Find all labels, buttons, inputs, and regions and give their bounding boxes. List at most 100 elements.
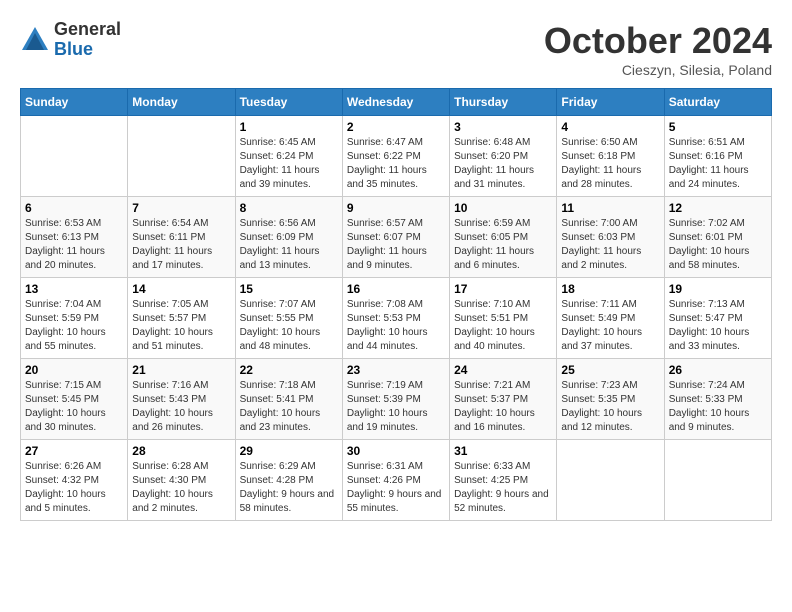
day-info: Sunrise: 7:11 AM Sunset: 5:49 PM Dayligh…: [561, 298, 659, 354]
day-number: 13: [25, 282, 123, 296]
calendar-cell: 11Sunrise: 7:00 AM Sunset: 6:03 PM Dayli…: [557, 197, 664, 278]
day-info: Sunrise: 6:31 AM Sunset: 4:26 PM Dayligh…: [347, 460, 445, 516]
day-info: Sunrise: 7:05 AM Sunset: 5:57 PM Dayligh…: [132, 298, 230, 354]
calendar-cell: [664, 440, 771, 521]
day-info: Sunrise: 6:59 AM Sunset: 6:05 PM Dayligh…: [454, 217, 552, 273]
calendar-cell: 10 Sunrise: 6:59 AM Sunset: 6:05 PM Dayli…: [450, 197, 557, 278]
day-number: 28: [132, 444, 230, 458]
day-info: Sunrise: 6:54 AM Sunset: 6:11 PM Dayligh…: [132, 217, 230, 273]
day-info: Sunrise: 6:53 AM Sunset: 6:13 PM Dayligh…: [25, 217, 123, 273]
day-number: 25: [561, 363, 659, 377]
calendar-cell: 29 Sunrise: 6:29 AM Sunset: 4:28 PM Dayli…: [235, 440, 342, 521]
day-info: Sunrise: 7:19 AM Sunset: 5:39 PM Dayligh…: [347, 379, 445, 435]
day-info: Sunrise: 7:08 AM Sunset: 5:53 PM Dayligh…: [347, 298, 445, 354]
day-info: Sunrise: 7:23 AM Sunset: 5:35 PM Dayligh…: [561, 379, 659, 435]
calendar-cell: 4Sunrise: 6:50 AM Sunset: 6:18 PM Daylig…: [557, 116, 664, 197]
day-number: 16: [347, 282, 445, 296]
calendar-week-3: 20 Sunrise: 7:15 AM Sunset: 5:45 PM Dayli…: [21, 359, 772, 440]
calendar-cell: 17 Sunrise: 7:10 AM Sunset: 5:51 PM Dayli…: [450, 278, 557, 359]
day-info: Sunrise: 6:57 AM Sunset: 6:07 PM Dayligh…: [347, 217, 445, 273]
day-number: 18: [561, 282, 659, 296]
day-number: 3: [454, 120, 552, 134]
day-info: Sunrise: 7:15 AM Sunset: 5:45 PM Dayligh…: [25, 379, 123, 435]
day-number: 8: [240, 201, 338, 215]
calendar-body: 1 Sunrise: 6:45 AM Sunset: 6:24 PM Daylig…: [21, 116, 772, 521]
day-info: Sunrise: 7:04 AM Sunset: 5:59 PM Dayligh…: [25, 298, 123, 354]
location-subtitle: Cieszyn, Silesia, Poland: [544, 62, 772, 78]
calendar-cell: 12 Sunrise: 7:02 AM Sunset: 6:01 PM Dayli…: [664, 197, 771, 278]
logo-text: General Blue: [54, 20, 121, 60]
calendar-cell: 18 Sunrise: 7:11 AM Sunset: 5:49 PM Dayli…: [557, 278, 664, 359]
day-number: 17: [454, 282, 552, 296]
calendar-week-4: 27Sunrise: 6:26 AM Sunset: 4:32 PM Dayli…: [21, 440, 772, 521]
day-info: Sunrise: 6:29 AM Sunset: 4:28 PM Dayligh…: [240, 460, 338, 516]
calendar-cell: 13 Sunrise: 7:04 AM Sunset: 5:59 PM Dayli…: [21, 278, 128, 359]
calendar-cell: 15Sunrise: 7:07 AM Sunset: 5:55 PM Dayli…: [235, 278, 342, 359]
day-info: Sunrise: 6:45 AM Sunset: 6:24 PM Dayligh…: [240, 136, 338, 192]
day-number: 9: [347, 201, 445, 215]
logo-icon: [20, 25, 50, 55]
calendar-cell: 23Sunrise: 7:19 AM Sunset: 5:39 PM Dayli…: [342, 359, 449, 440]
calendar-week-2: 13 Sunrise: 7:04 AM Sunset: 5:59 PM Dayli…: [21, 278, 772, 359]
calendar-cell: 31 Sunrise: 6:33 AM Sunset: 4:25 PM Dayli…: [450, 440, 557, 521]
calendar-cell: 20 Sunrise: 7:15 AM Sunset: 5:45 PM Dayli…: [21, 359, 128, 440]
calendar-cell: 26 Sunrise: 7:24 AM Sunset: 5:33 PM Dayli…: [664, 359, 771, 440]
col-friday: Friday: [557, 89, 664, 116]
calendar-cell: 22Sunrise: 7:18 AM Sunset: 5:41 PM Dayli…: [235, 359, 342, 440]
day-number: 19: [669, 282, 767, 296]
day-number: 29: [240, 444, 338, 458]
calendar-week-1: 6Sunrise: 6:53 AM Sunset: 6:13 PM Daylig…: [21, 197, 772, 278]
day-info: Sunrise: 7:24 AM Sunset: 5:33 PM Dayligh…: [669, 379, 767, 435]
day-info: Sunrise: 7:13 AM Sunset: 5:47 PM Dayligh…: [669, 298, 767, 354]
col-thursday: Thursday: [450, 89, 557, 116]
calendar-cell: 14Sunrise: 7:05 AM Sunset: 5:57 PM Dayli…: [128, 278, 235, 359]
day-info: Sunrise: 6:26 AM Sunset: 4:32 PM Dayligh…: [25, 460, 123, 516]
calendar-cell: 21Sunrise: 7:16 AM Sunset: 5:43 PM Dayli…: [128, 359, 235, 440]
col-tuesday: Tuesday: [235, 89, 342, 116]
day-info: Sunrise: 6:47 AM Sunset: 6:22 PM Dayligh…: [347, 136, 445, 192]
col-saturday: Saturday: [664, 89, 771, 116]
calendar-cell: 28Sunrise: 6:28 AM Sunset: 4:30 PM Dayli…: [128, 440, 235, 521]
calendar-cell: 19 Sunrise: 7:13 AM Sunset: 5:47 PM Dayli…: [664, 278, 771, 359]
day-number: 1: [240, 120, 338, 134]
calendar-cell: 6Sunrise: 6:53 AM Sunset: 6:13 PM Daylig…: [21, 197, 128, 278]
col-monday: Monday: [128, 89, 235, 116]
day-info: Sunrise: 7:10 AM Sunset: 5:51 PM Dayligh…: [454, 298, 552, 354]
day-info: Sunrise: 7:18 AM Sunset: 5:41 PM Dayligh…: [240, 379, 338, 435]
day-number: 10: [454, 201, 552, 215]
day-number: 31: [454, 444, 552, 458]
day-number: 26: [669, 363, 767, 377]
day-number: 11: [561, 201, 659, 215]
calendar-cell: [557, 440, 664, 521]
day-info: Sunrise: 6:50 AM Sunset: 6:18 PM Dayligh…: [561, 136, 659, 192]
day-info: Sunrise: 7:02 AM Sunset: 6:01 PM Dayligh…: [669, 217, 767, 273]
calendar-cell: 3 Sunrise: 6:48 AM Sunset: 6:20 PM Daylig…: [450, 116, 557, 197]
day-info: Sunrise: 6:33 AM Sunset: 4:25 PM Dayligh…: [454, 460, 552, 516]
calendar-cell: [21, 116, 128, 197]
calendar-cell: 8Sunrise: 6:56 AM Sunset: 6:09 PM Daylig…: [235, 197, 342, 278]
calendar-cell: 16 Sunrise: 7:08 AM Sunset: 5:53 PM Dayli…: [342, 278, 449, 359]
day-info: Sunrise: 6:51 AM Sunset: 6:16 PM Dayligh…: [669, 136, 767, 192]
calendar-cell: 27Sunrise: 6:26 AM Sunset: 4:32 PM Dayli…: [21, 440, 128, 521]
day-info: Sunrise: 6:48 AM Sunset: 6:20 PM Dayligh…: [454, 136, 552, 192]
day-number: 12: [669, 201, 767, 215]
day-number: 21: [132, 363, 230, 377]
day-number: 7: [132, 201, 230, 215]
calendar-week-0: 1 Sunrise: 6:45 AM Sunset: 6:24 PM Daylig…: [21, 116, 772, 197]
calendar-cell: 25 Sunrise: 7:23 AM Sunset: 5:35 PM Dayli…: [557, 359, 664, 440]
month-title: October 2024: [544, 20, 772, 62]
logo: General Blue: [20, 20, 121, 60]
calendar-cell: 9 Sunrise: 6:57 AM Sunset: 6:07 PM Daylig…: [342, 197, 449, 278]
header-row: Sunday Monday Tuesday Wednesday Thursday…: [21, 89, 772, 116]
calendar-cell: 30 Sunrise: 6:31 AM Sunset: 4:26 PM Dayli…: [342, 440, 449, 521]
calendar-cell: 7 Sunrise: 6:54 AM Sunset: 6:11 PM Daylig…: [128, 197, 235, 278]
logo-general: General: [54, 20, 121, 40]
day-number: 20: [25, 363, 123, 377]
calendar-header: Sunday Monday Tuesday Wednesday Thursday…: [21, 89, 772, 116]
calendar-table: Sunday Monday Tuesday Wednesday Thursday…: [20, 88, 772, 521]
col-sunday: Sunday: [21, 89, 128, 116]
calendar-cell: 5Sunrise: 6:51 AM Sunset: 6:16 PM Daylig…: [664, 116, 771, 197]
page-header: General Blue October 2024 Cieszyn, Siles…: [20, 20, 772, 78]
day-number: 30: [347, 444, 445, 458]
day-info: Sunrise: 7:21 AM Sunset: 5:37 PM Dayligh…: [454, 379, 552, 435]
